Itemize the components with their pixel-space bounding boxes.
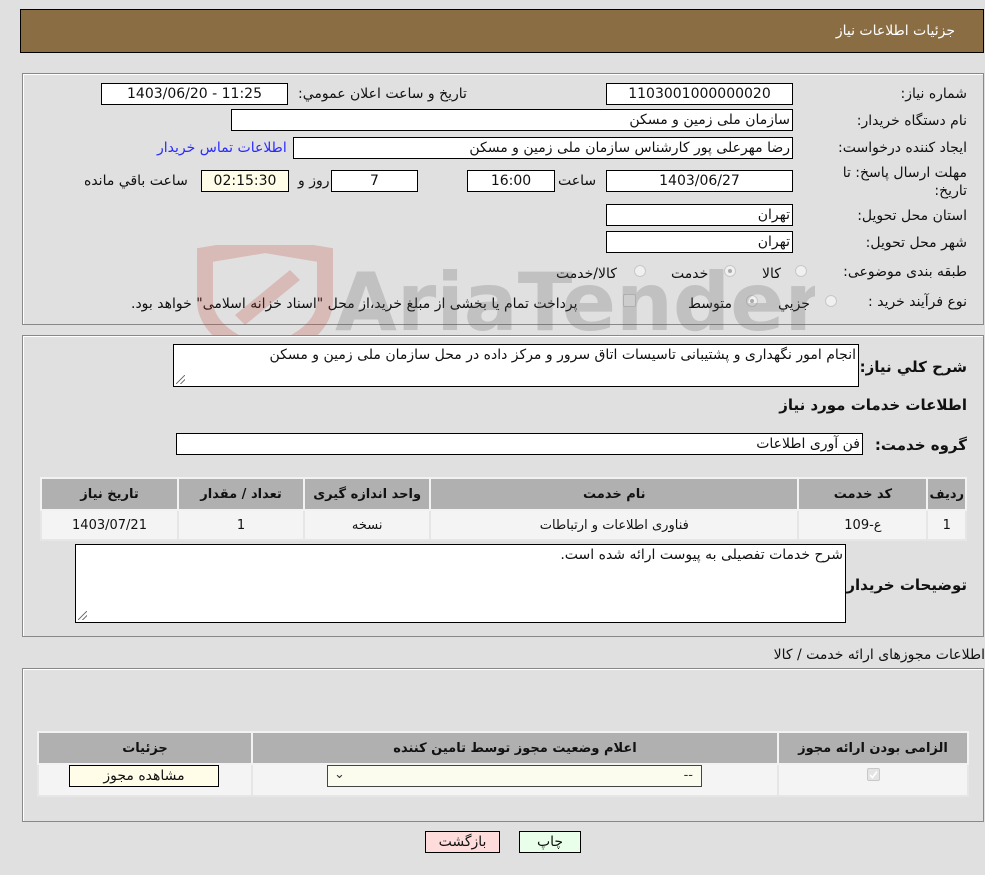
resize-handle-icon[interactable] [176,375,185,384]
services-heading: اطلاعات خدمات مورد نیاز [779,396,967,414]
permit-required-checkbox [867,768,880,781]
process-radio-medium[interactable] [746,295,758,307]
process-option-minor: جزيي [778,296,810,312]
cell-row: 1 [926,509,967,541]
buyer-org-label: نام دستگاه خریدار: [856,113,967,129]
cell-service-name: فناوری اطلاعات و ارتباطات [429,509,800,541]
permit-status-select[interactable]: -- ⌄ [327,765,702,787]
col-permit-status: اعلام وضعیت مجوز توسط تامین کننده [251,731,779,765]
deadline-time-field: 16:00 [467,170,555,192]
process-type-label: نوع فرآیند خرید : [868,294,967,310]
permits-table-header: جزئیات اعلام وضعیت مجوز توسط تامین کننده… [37,731,969,765]
resize-handle-icon[interactable] [78,611,87,620]
col-service-name: نام خدمت [429,477,800,511]
buyer-notes-text: شرح خدمات تفصیلی به پیوست ارائه شده است. [560,547,843,563]
category-radio-goods[interactable] [795,265,807,277]
process-radio-minor[interactable] [825,295,837,307]
services-table-header: تاریخ نیاز تعداد / مقدار واحد اندازه گیر… [39,477,967,511]
permits-heading: اطلاعات مجوزهای ارائه خدمت / کالا [773,647,985,663]
need-number-label: شماره نیاز: [900,86,968,102]
days-label: روز و [298,173,330,189]
back-button[interactable]: بازگشت [425,831,500,853]
buyer-notes-label: توضیحات خریدار: [840,576,967,594]
service-group-field: فن آوری اطلاعات [176,433,863,455]
general-description-label: شرح کلي نیاز: [859,358,967,376]
remaining-time-field: 02:15:30 [201,170,289,192]
view-permit-button[interactable]: مشاهده مجوز [69,765,219,787]
chevron-down-icon: ⌄ [334,767,345,782]
announce-label: تاریخ و ساعت اعلان عمومي: [298,86,467,102]
requester-label: ایجاد کننده درخواست: [838,140,967,156]
page-header: جزئیات اطلاعات نیاز [20,9,984,53]
permit-status-value: -- [683,768,693,783]
treasury-checkbox[interactable] [623,294,636,307]
page-title: جزئیات اطلاعات نیاز [835,23,955,39]
category-option-service: خدمت [671,266,709,282]
col-need-date: تاریخ نیاز [39,477,180,511]
treasury-note: پرداخت تمام یا بخشی از مبلغ خرید،از محل … [131,296,578,312]
province-label: استان محل تحویل: [857,208,967,224]
general-description-field[interactable]: انجام امور نگهداری و پشتیبانی تاسیسات ات… [173,344,859,387]
col-details: جزئیات [37,731,253,765]
city-label: شهر محل تحویل: [865,235,967,251]
deadline-time-label: ساعت [558,173,597,189]
province-field: تهران [606,204,793,226]
table-row: 1403/07/21 1 نسخه فناوری اطلاعات و ارتبا… [39,509,967,541]
print-button[interactable]: چاپ [519,831,581,853]
permits-table: جزئیات اعلام وضعیت مجوز توسط تامین کننده… [37,731,969,797]
announce-datetime-field: 1403/06/20 - 11:25 [101,83,288,105]
general-description-text: انجام امور نگهداری و پشتیبانی تاسیسات ات… [269,347,856,363]
services-table: تاریخ نیاز تعداد / مقدار واحد اندازه گیر… [39,477,967,541]
cell-unit: نسخه [303,509,432,541]
col-service-code: کد خدمت [797,477,929,511]
days-remaining-field: 7 [331,170,418,192]
col-row: ردیف [926,477,967,511]
need-number-field: 1103001000000020 [606,83,793,105]
category-option-goods: کالا [762,266,781,282]
process-option-medium: متوسط [688,296,732,312]
service-group-label: گروه خدمت: [874,436,967,454]
category-option-goods-service: کالا/خدمت [556,266,617,282]
col-quantity: تعداد / مقدار [177,477,306,511]
remaining-time-label: ساعت باقي مانده [84,173,188,189]
buyer-notes-field[interactable]: شرح خدمات تفصیلی به پیوست ارائه شده است. [75,544,846,623]
check-icon [869,771,878,779]
col-unit: واحد اندازه گیری [303,477,432,511]
cell-service-code: ع-109 [797,509,929,541]
cell-quantity: 1 [177,509,306,541]
category-label: طبقه بندی موضوعی: [843,264,967,280]
category-radio-service[interactable] [724,265,736,277]
deadline-date-field: 1403/06/27 [606,170,793,192]
city-field: تهران [606,231,793,253]
buyer-org-field: سازمان ملی زمین و مسکن [231,109,793,131]
cell-need-date: 1403/07/21 [39,509,180,541]
deadline-label: مهلت ارسال پاسخ: تا تاریخ: [842,165,967,199]
category-radio-goods-service[interactable] [634,265,646,277]
col-permit-required: الزامی بودن ارائه مجوز [777,731,969,765]
buyer-contact-link[interactable]: اطلاعات تماس خریدار [157,140,287,156]
requester-field: رضا مهرعلی پور کارشناس سازمان ملی زمین و… [293,137,793,159]
